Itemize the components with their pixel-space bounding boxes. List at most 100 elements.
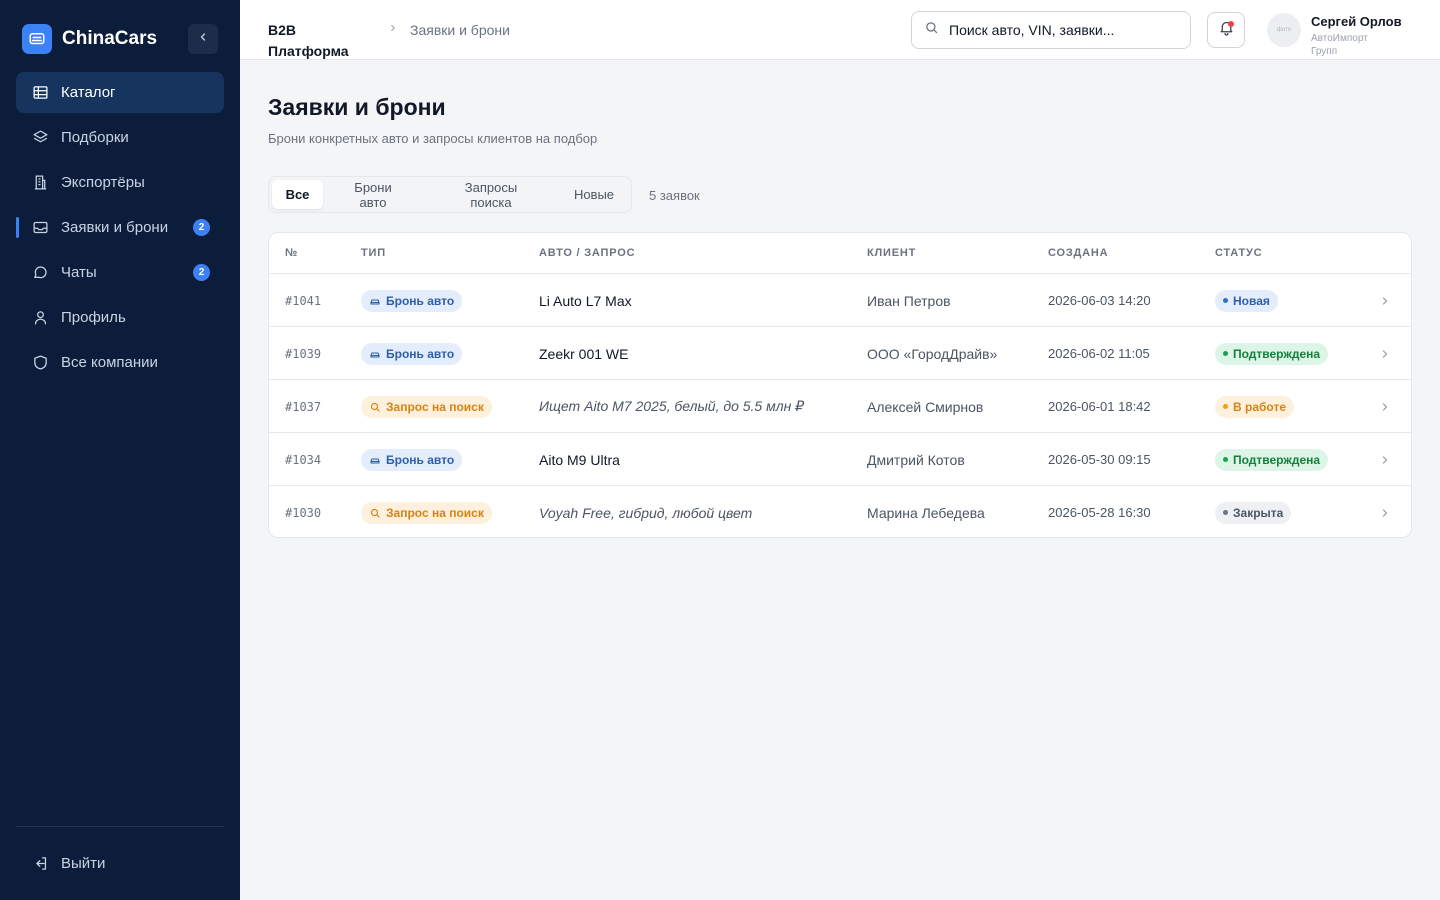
- request-number: #1030: [285, 505, 322, 520]
- user-name[interactable]: Сергей Орлов: [1311, 14, 1402, 29]
- chevron-right-icon[interactable]: [1379, 380, 1391, 433]
- search-icon: [369, 507, 381, 519]
- created-cell: 2026-05-28 16:30: [1048, 505, 1151, 520]
- type-badge: Бронь авто: [361, 289, 463, 312]
- request-number: #1037: [285, 399, 322, 414]
- sidebar-nav: Каталог Подборки Экспортёры Заявки и бро…: [16, 72, 224, 387]
- chat-icon: [31, 264, 49, 282]
- user-icon: [31, 309, 49, 327]
- table-row[interactable]: #1041 Бронь авто Li Auto L7 Max Иван Пет…: [269, 274, 1411, 327]
- sidebar-item-profile[interactable]: Профиль: [16, 297, 224, 338]
- column-header-status: СТАТУС: [1215, 247, 1263, 259]
- column-header-subject: АВТО / ЗАПРОС: [539, 247, 636, 259]
- notifications-button[interactable]: [1207, 12, 1245, 48]
- search-box: [911, 11, 1191, 49]
- type-cell: Запрос на поиск: [361, 486, 492, 537]
- car-icon: [369, 348, 381, 360]
- type-badge: Бронь авто: [361, 448, 463, 471]
- page-title: Заявки и брони: [268, 94, 446, 120]
- sidebar-item-label: Чаты: [61, 264, 97, 281]
- brand[interactable]: ChinaCars: [22, 24, 157, 54]
- sidebar-item-label: Подборки: [61, 129, 129, 146]
- building-icon: [31, 174, 49, 192]
- sidebar-item-chats[interactable]: Чаты 2: [16, 252, 224, 293]
- type-badge: Бронь авто: [361, 342, 463, 365]
- tab-search-requests[interactable]: Запросы поиска: [449, 180, 533, 210]
- search-input[interactable]: [949, 22, 1179, 38]
- status-cell: Новая: [1215, 274, 1278, 327]
- status-badge: В работе: [1215, 395, 1294, 418]
- logout-label: Выйти: [61, 855, 106, 872]
- sidebar-item-label: Профиль: [61, 309, 126, 326]
- breadcrumb-root[interactable]: B2B Платформа: [268, 20, 368, 62]
- tab-new[interactable]: Новые: [563, 180, 625, 209]
- filter-tabs: Все Брони авто Запросы поиска Новые: [268, 176, 632, 213]
- created-cell: 2026-06-03 14:20: [1048, 293, 1151, 308]
- request-number: #1041: [285, 293, 322, 308]
- avatar[interactable]: фото: [1267, 13, 1301, 47]
- sidebar-item-label: Экспортёры: [61, 174, 145, 191]
- breadcrumb-current: Заявки и брони: [410, 22, 510, 38]
- brand-name: ChinaCars: [62, 28, 158, 49]
- requests-count: 5 заявок: [649, 188, 700, 203]
- shield-icon: [31, 354, 49, 372]
- logout-button[interactable]: Выйти: [16, 843, 224, 884]
- user-company: АвтоИмпорт Групп: [1311, 33, 1368, 57]
- status-cell: В работе: [1215, 380, 1294, 433]
- breadcrumb-chevron-icon: [388, 21, 398, 36]
- status-badge: Подтверждена: [1215, 342, 1329, 365]
- status-label: Новая: [1233, 293, 1270, 308]
- client-cell: Алексей Смирнов: [867, 398, 984, 415]
- table-row[interactable]: #1037 Запрос на поиск Ищет Aito M7 2025,…: [269, 380, 1411, 433]
- column-header-created: СОЗДАНА: [1048, 247, 1109, 259]
- sidebar: ChinaCars Каталог Подборки Экспортёры За…: [0, 0, 240, 900]
- table-row[interactable]: #1039 Бронь авто Zeekr 001 WE ООО «Город…: [269, 327, 1411, 380]
- status-badge: Новая: [1215, 289, 1278, 312]
- table-header: № ТИП АВТО / ЗАПРОС КЛИЕНТ СОЗДАНА СТАТУ…: [269, 233, 1411, 274]
- subject-cell: Ищет Aito M7 2025, белый, до 5.5 млн ₽: [539, 398, 805, 414]
- sidebar-item-requests[interactable]: Заявки и брони 2: [16, 207, 224, 248]
- table-row[interactable]: #1034 Бронь авто Aito M9 Ultra Дмитрий К…: [269, 433, 1411, 486]
- subject-cell: Zeekr 001 WE: [539, 345, 629, 362]
- requests-count-badge: 2: [193, 219, 210, 236]
- subject-cell: Voyah Free, гибрид, любой цвет: [539, 504, 753, 521]
- client-cell: ООО «ГородДрайв»: [867, 345, 998, 362]
- type-cell: Запрос на поиск: [361, 380, 492, 433]
- request-number: #1039: [285, 346, 322, 361]
- status-badge: Подтверждена: [1215, 448, 1329, 471]
- page-subtitle: Брони конкретных авто и запросы клиентов…: [268, 131, 598, 146]
- column-header-type: ТИП: [361, 247, 386, 259]
- status-cell: Закрыта: [1215, 486, 1292, 537]
- inbox-icon: [31, 219, 49, 237]
- created-cell: 2026-06-02 11:05: [1048, 346, 1150, 361]
- table-row[interactable]: #1030 Запрос на поиск Voyah Free, гибрид…: [269, 486, 1411, 537]
- client-cell: Иван Петров: [867, 292, 951, 309]
- type-badge: Запрос на поиск: [361, 501, 492, 524]
- column-header-client: КЛИЕНТ: [867, 247, 917, 259]
- status-label: Закрыта: [1233, 505, 1284, 520]
- sidebar-item-exporters[interactable]: Экспортёры: [16, 162, 224, 203]
- chevron-right-icon[interactable]: [1379, 433, 1391, 486]
- type-label: Бронь авто: [386, 452, 455, 467]
- notification-dot: [1228, 21, 1234, 27]
- chevron-right-icon[interactable]: [1379, 327, 1391, 380]
- created-cell: 2026-06-01 18:42: [1048, 399, 1151, 414]
- client-cell: Дмитрий Котов: [867, 451, 965, 468]
- chevron-right-icon[interactable]: [1379, 274, 1391, 327]
- sidebar-item-catalog[interactable]: Каталог: [16, 72, 224, 113]
- tab-bookings[interactable]: Брони авто: [341, 180, 405, 210]
- tab-all[interactable]: Все: [272, 180, 323, 209]
- sidebar-item-all-companies[interactable]: Все компании: [16, 342, 224, 383]
- chevron-right-icon[interactable]: [1379, 486, 1391, 537]
- status-cell: Подтверждена: [1215, 433, 1329, 486]
- client-cell: Марина Лебедева: [867, 504, 985, 521]
- collapse-sidebar-button[interactable]: [188, 24, 218, 54]
- grid-icon: [31, 84, 49, 102]
- sidebar-item-label: Заявки и брони: [61, 219, 169, 236]
- search-icon: [369, 401, 381, 413]
- type-cell: Бронь авто: [361, 433, 463, 486]
- chats-count-badge: 2: [193, 264, 210, 281]
- sidebar-item-collections[interactable]: Подборки: [16, 117, 224, 158]
- status-cell: Подтверждена: [1215, 327, 1329, 380]
- request-number: #1034: [285, 452, 322, 467]
